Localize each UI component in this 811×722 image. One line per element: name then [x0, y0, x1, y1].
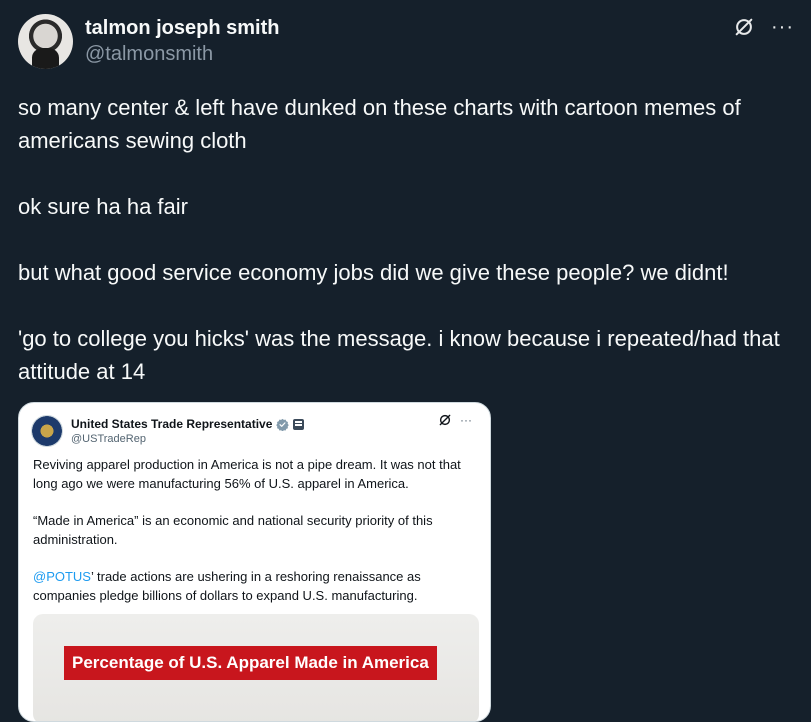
author-names: talmon joseph smith @talmonsmith — [85, 15, 279, 67]
verified-badge-icon — [276, 418, 290, 431]
quote-display-name: United States Trade Representative — [71, 417, 273, 431]
tweet-text: so many center & left have dunked on the… — [18, 91, 798, 388]
potus-mention-link: @POTUS — [33, 569, 91, 584]
more-icon[interactable]: ··· — [771, 17, 794, 37]
tweet-paragraph: ok sure ha ha fair — [18, 194, 188, 219]
tweet-paragraph: but what good service economy jobs did w… — [18, 260, 729, 285]
quote-chart-image: Percentage of U.S. Apparel Made in Ameri… — [33, 614, 479, 721]
tweet-paragraph: so many center & left have dunked on the… — [18, 95, 741, 153]
quote-paragraph: @POTUS’ trade actions are ushering in a … — [33, 567, 476, 605]
quote-header: United States Trade Representative @USTr… — [19, 403, 490, 451]
quote-more-icon: ··· — [460, 413, 472, 427]
tweet-actions: ··· — [733, 16, 794, 38]
quote-grok-icon — [439, 414, 451, 426]
quote-handle: @USTradeRep — [71, 433, 146, 445]
quote-author-names: United States Trade Representative @USTr… — [71, 417, 305, 445]
quote-paragraph: “Made in America” is an economic and nat… — [33, 513, 433, 547]
quote-paragraph-rest: ’ trade actions are ushering in a reshor… — [33, 569, 421, 603]
tweet-header: talmon joseph smith @talmonsmith — [18, 13, 811, 69]
embedded-tweet-screenshot[interactable]: United States Trade Representative @USTr… — [18, 402, 491, 722]
handle[interactable]: @talmonsmith — [85, 41, 279, 67]
quote-paragraph: Reviving apparel production in America i… — [33, 457, 461, 491]
quote-actions: ··· — [438, 413, 472, 427]
quote-avatar — [31, 415, 63, 447]
grok-icon[interactable] — [733, 16, 755, 38]
avatar[interactable] — [18, 13, 73, 69]
quote-text: Reviving apparel production in America i… — [19, 451, 490, 605]
tweet-paragraph: 'go to college you hicks' was the messag… — [18, 326, 780, 384]
quote-name-row: United States Trade Representative — [71, 417, 305, 431]
display-name[interactable]: talmon joseph smith — [85, 15, 279, 41]
affiliate-flag-icon — [293, 418, 305, 430]
chart-title-banner: Percentage of U.S. Apparel Made in Ameri… — [64, 646, 437, 680]
